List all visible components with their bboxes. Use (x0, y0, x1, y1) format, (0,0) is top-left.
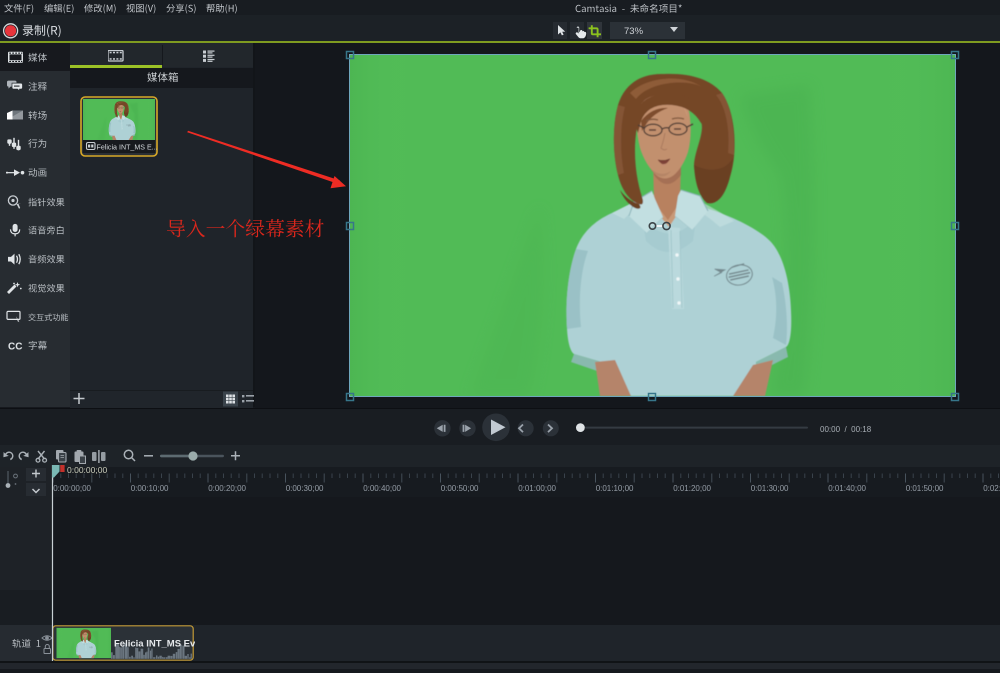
svg-text:CC: CC (8, 342, 22, 353)
svg-text:Felicia INT_MS Ev: Felicia INT_MS Ev (114, 639, 195, 650)
svg-text:Felicia INT_MS E...: Felicia INT_MS E... (97, 144, 158, 152)
